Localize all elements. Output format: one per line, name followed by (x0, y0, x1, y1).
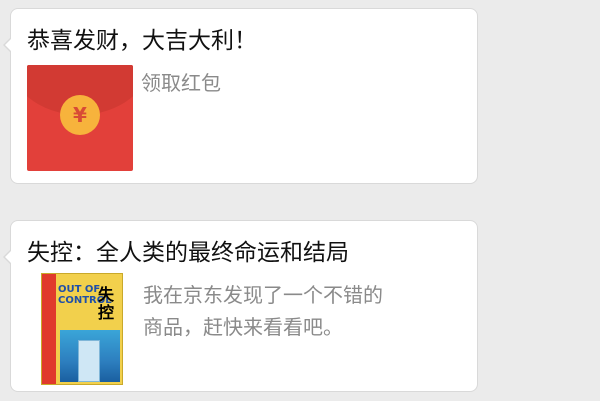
product-description-line1: 我在京东发现了一个不错的 (143, 283, 383, 307)
product-title: 失控：全人类的最终命运和结局 (27, 240, 349, 266)
red-packet-greeting: 恭喜发财，大吉大利！ (27, 28, 257, 54)
book-cover-title-cn: 失控 (98, 285, 115, 322)
book-spine (42, 274, 56, 384)
yuan-coin-icon: ¥ (60, 95, 100, 135)
chat-view: 恭喜发财，大吉大利！ ¥ 领取红包 失控：全人类的最终命运和结局 OUT OF … (0, 0, 600, 401)
product-share-message-card[interactable]: 失控：全人类的最终命运和结局 OUT OF CONTROL 失控 我在京东发现了… (3, 220, 478, 392)
book-cover-image: OUT OF CONTROL 失控 (41, 273, 123, 385)
book-cover-building (78, 340, 100, 382)
red-packet-message-card[interactable]: 恭喜发财，大吉大利！ ¥ 领取红包 (3, 8, 478, 184)
red-packet-claim-label: 领取红包 (141, 71, 221, 95)
product-description-line2: 商品，赶快来看看吧。 (143, 315, 343, 339)
message-divider (0, 192, 600, 212)
red-packet-icon: ¥ (27, 65, 133, 171)
